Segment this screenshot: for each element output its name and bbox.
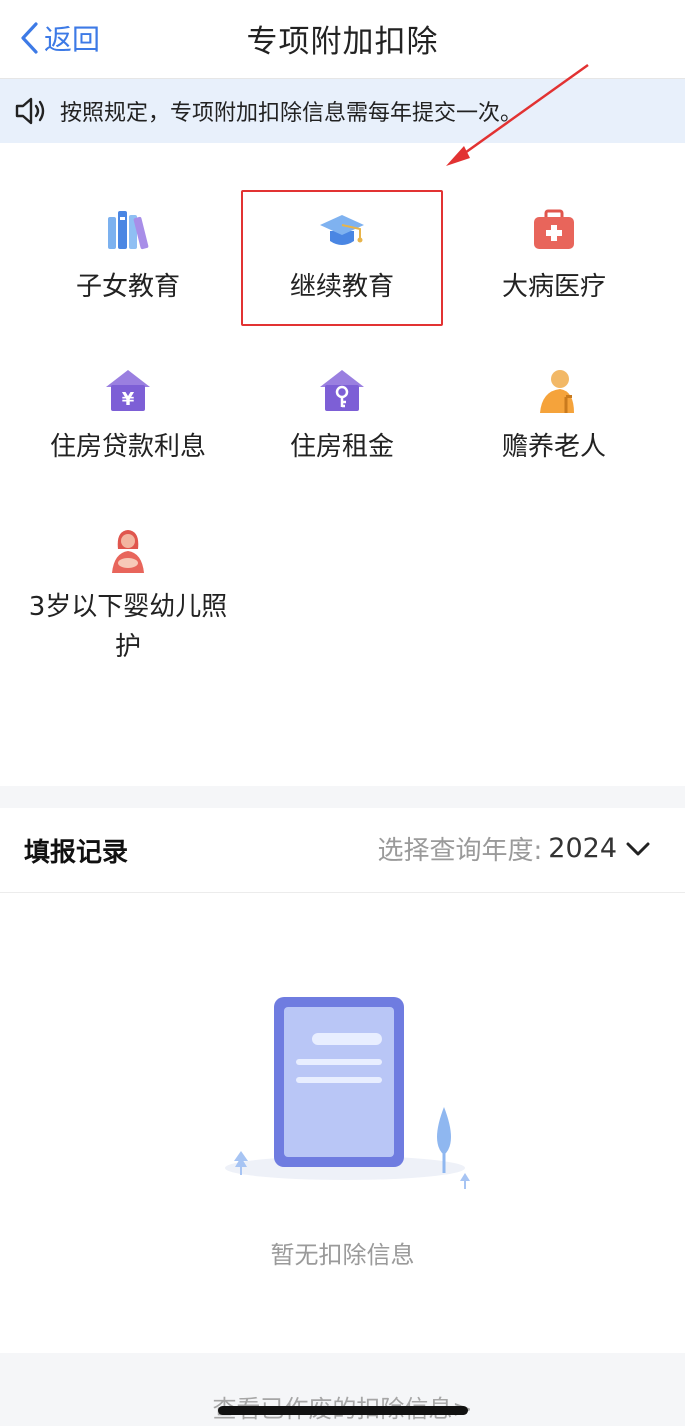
category-label: 大病医疗 [501, 272, 606, 302]
category-housing-rent[interactable]: 住房租金 [236, 367, 448, 467]
highlight-box [241, 190, 443, 326]
category-label: 3岁以下婴幼儿照 护 [22, 587, 234, 667]
elderly-person-icon [540, 370, 574, 413]
notice-text: 按照规定，专项附加扣除信息需每年提交一次。 [60, 101, 523, 126]
speaker-icon [15, 97, 45, 125]
section-divider [0, 786, 685, 808]
category-label: 住房租金 [289, 432, 394, 462]
house-key-icon [320, 370, 364, 411]
empty-state: 暂无扣除信息 [0, 893, 685, 1353]
category-serious-illness[interactable]: 大病医疗 [448, 207, 660, 307]
year-selector[interactable]: 选择查询年度: 2024 [378, 830, 651, 867]
mother-child-icon [112, 530, 144, 573]
category-label: 赡养老人 [501, 432, 606, 462]
records-title: 填报记录 [24, 838, 129, 868]
year-selector-label: 选择查询年度: [377, 836, 543, 866]
empty-state-text: 暂无扣除信息 [270, 1241, 415, 1269]
chevron-down-icon [626, 842, 650, 855]
nav-bar: 返回 专项附加扣除 [0, 0, 685, 79]
svg-text:¥: ¥ [122, 389, 135, 410]
category-housing-loan-interest[interactable]: ¥ 住房贷款利息 [22, 367, 234, 467]
category-label: 住房贷款利息 [49, 432, 206, 462]
medical-kit-icon [534, 209, 574, 249]
year-selector-value: 2024 [548, 833, 617, 864]
house-yen-icon: ¥ [106, 370, 150, 411]
footer: 查看已作废的扣除信息> [0, 1353, 685, 1426]
category-label: 子女教育 [75, 272, 180, 302]
category-label-line: 3岁以下婴幼儿照 [28, 592, 228, 622]
notice-bar: 按照规定，专项附加扣除信息需每年提交一次。 [0, 79, 685, 143]
empty-document-illustration [225, 997, 470, 1189]
category-children-education[interactable]: 子女教育 [22, 207, 234, 307]
records-header: 填报记录 选择查询年度: 2024 [0, 808, 685, 893]
screen: 返回 专项附加扣除 按照规定，专项附加扣除信息需每年提交一次。 子女教育 继续教… [0, 0, 685, 1426]
home-indicator [218, 1406, 468, 1415]
category-elderly-support[interactable]: 赡养老人 [448, 367, 660, 467]
page-title: 专项附加扣除 [246, 24, 439, 60]
books-icon [108, 211, 149, 250]
category-infant-care[interactable]: 3岁以下婴幼儿照 护 [22, 527, 234, 667]
category-label-line: 护 [114, 632, 141, 662]
